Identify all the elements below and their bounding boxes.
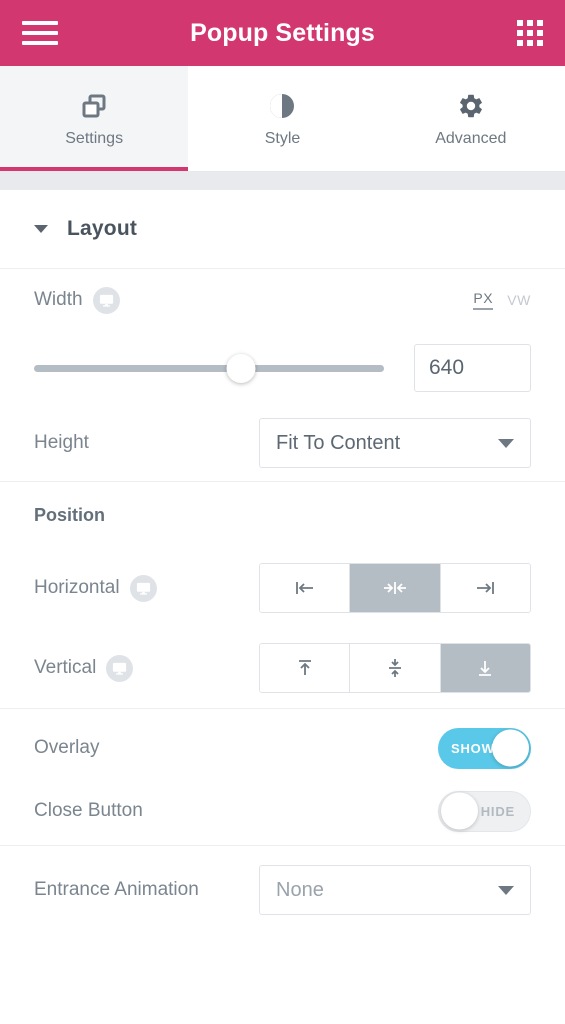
width-unit-switcher: PX VW	[473, 290, 531, 310]
height-select-value: Fit To Content	[276, 431, 401, 454]
width-slider-thumb[interactable]	[226, 353, 255, 383]
desktop-monitor-icon[interactable]	[129, 574, 157, 602]
entrance-animation-label: Entrance Animation	[34, 879, 199, 900]
dropdown-caret-icon	[498, 438, 514, 448]
contrast-circle-icon	[268, 91, 296, 121]
align-top-button[interactable]	[260, 644, 351, 692]
height-control-group: Height Fit To Content	[0, 405, 565, 481]
desktop-monitor-icon[interactable]	[92, 286, 120, 314]
close-button-toggle-label: HIDE	[480, 803, 515, 819]
tab-style-label: Style	[264, 129, 301, 147]
popup-settings-panel: Popup Settings Settings Style Advanced L…	[0, 0, 565, 1024]
align-center-button[interactable]	[350, 564, 441, 612]
overlay-toggle[interactable]: SHOW	[438, 727, 531, 769]
hamburger-menu-icon[interactable]	[22, 18, 58, 48]
horizontal-row: Horizontal	[34, 548, 531, 628]
overlay-toggle-knob	[492, 729, 529, 767]
align-middle-button[interactable]	[350, 644, 441, 692]
tab-settings[interactable]: Settings	[0, 66, 189, 171]
unit-vw[interactable]: VW	[507, 292, 531, 310]
section-separator-band	[0, 172, 565, 190]
width-label: Width	[34, 289, 83, 310]
unit-px[interactable]: PX	[473, 290, 494, 310]
width-slider-row	[34, 331, 531, 405]
width-input[interactable]	[414, 344, 531, 392]
entrance-animation-value: None	[276, 878, 324, 901]
panel-header: Popup Settings	[0, 0, 565, 66]
horizontal-label: Horizontal	[34, 577, 120, 598]
horizontal-align-group	[259, 563, 531, 613]
page-title: Popup Settings	[190, 18, 375, 47]
entrance-animation-row: Entrance Animation None	[34, 846, 531, 934]
close-button-toggle-knob	[441, 792, 478, 830]
align-right-button[interactable]	[440, 564, 530, 612]
tab-bar: Settings Style Advanced	[0, 66, 565, 172]
width-slider[interactable]	[34, 353, 384, 383]
grid-apps-icon[interactable]	[517, 20, 543, 46]
overlay-row: Overlay SHOW	[34, 709, 531, 777]
align-bottom-button[interactable]	[440, 644, 530, 692]
close-button-toggle[interactable]: HIDE	[438, 790, 531, 832]
close-button-label: Close Button	[34, 800, 143, 821]
horizontal-label-wrap: Horizontal	[34, 574, 157, 602]
section-header-layout[interactable]: Layout	[0, 190, 565, 269]
height-row: Height Fit To Content	[34, 405, 531, 481]
height-select[interactable]: Fit To Content	[259, 418, 531, 468]
position-control-group: Position Horizontal Vertical	[0, 482, 565, 708]
entrance-animation-group: Entrance Animation None	[0, 846, 565, 934]
vertical-row: Vertical	[34, 628, 531, 708]
tab-advanced-label: Advanced	[435, 129, 507, 147]
overlay-label: Overlay	[34, 737, 100, 758]
vertical-align-group	[259, 643, 531, 693]
section-title-layout: Layout	[67, 217, 138, 240]
desktop-monitor-icon[interactable]	[106, 654, 134, 682]
width-label-row: Width PX VW	[34, 269, 531, 331]
dropdown-caret-icon	[498, 885, 514, 895]
position-title-row: Position	[34, 482, 531, 548]
align-left-button[interactable]	[260, 564, 351, 612]
entrance-animation-select[interactable]: None	[259, 865, 531, 915]
vertical-label-wrap: Vertical	[34, 654, 134, 682]
caret-down-icon	[34, 225, 48, 233]
vertical-label: Vertical	[34, 657, 97, 678]
gear-icon	[457, 91, 485, 121]
tab-style[interactable]: Style	[188, 66, 377, 171]
position-title: Position	[34, 504, 105, 525]
visibility-control-group: Overlay SHOW Close Button HIDE	[0, 709, 565, 845]
overlay-toggle-label: SHOW	[451, 740, 495, 756]
close-button-row: Close Button HIDE	[34, 777, 531, 845]
width-slider-track	[34, 364, 384, 372]
height-label: Height	[34, 432, 89, 453]
tab-settings-label: Settings	[65, 129, 124, 147]
overlapping-squares-icon	[79, 91, 109, 121]
width-label-wrap: Width	[34, 286, 120, 314]
tab-advanced[interactable]: Advanced	[376, 66, 565, 171]
width-control-group: Width PX VW	[0, 269, 565, 405]
